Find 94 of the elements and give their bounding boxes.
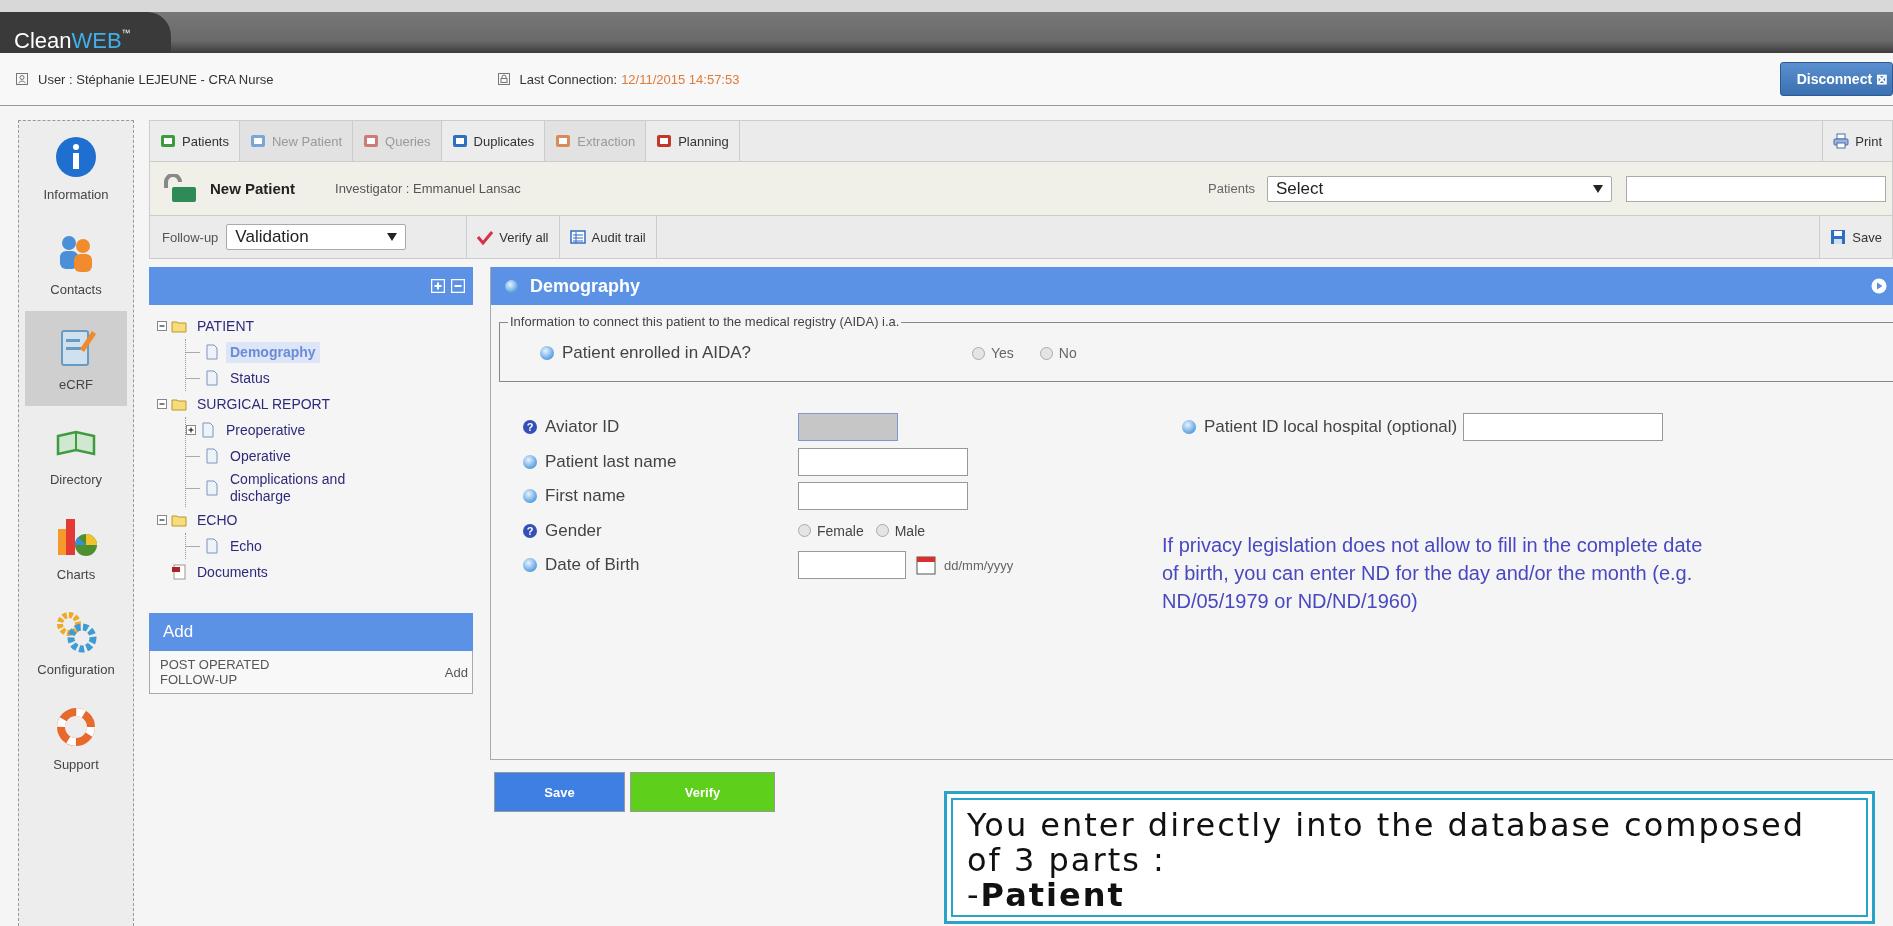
field-label: Gender [545,520,603,541]
checkmark-icon [477,229,494,245]
play-icon[interactable] [1871,278,1887,294]
radio-option[interactable]: No [1039,345,1077,361]
radio-option[interactable]: Female [798,522,864,539]
page-icon [204,344,220,360]
verify-all-button[interactable]: Verify all [466,216,560,258]
field-label: Aviator ID [545,417,621,438]
help-icon: ? [523,523,537,538]
info-icon [523,558,537,573]
sidebar-item[interactable]: Configuration [25,596,127,691]
date-field[interactable] [798,551,906,580]
folder-icon [171,396,187,412]
page-icon [204,448,220,464]
tree-item[interactable]: Documents [193,562,272,582]
patient-title: New Patient [210,180,296,197]
callout-text: You enter directly into the database composed of 3 parts : [967,808,1806,878]
investigator-text: Investigator : Emmanuel Lansac [335,181,521,196]
save-icon [1830,229,1847,245]
table-icon [569,229,586,245]
last-connection-time: 12/11/2015 14:57:53 [621,71,740,87]
text-field[interactable] [798,482,968,511]
calendar-icon[interactable] [916,555,936,576]
sidebar-item[interactable]: Contacts [25,216,127,311]
add-link[interactable]: Add [444,664,468,680]
app-logo: CleanWEB$^{™}$ [0,12,171,53]
sidebar-item[interactable]: Information [25,121,127,216]
add-item-label: POST OPERATED FOLLOW-UP [160,657,271,687]
radio-option[interactable]: Yes [972,345,1014,361]
tree-item[interactable]: PATIENT [193,316,259,336]
dropdown-arrow-icon [387,233,398,241]
help-note: If privacy legislation does not allow to fill in the complete date of birth, you can enter ND for the day and/or the month (e.g. ND/05/1979 or ND/ND/1960) [1162,532,1704,614]
patients-label: Patients [1208,181,1255,196]
page-icon [204,370,220,386]
fieldset-legend: Information to connect this patient to the medical registry (AIDA) i.a. [508,314,902,329]
page-icon [204,480,220,496]
info-icon [540,346,554,360]
tab-icon [555,133,572,149]
tree-item[interactable]: Echo [226,535,266,557]
user-icon [16,73,28,85]
date-format-hint: dd/mm/yyyy [944,557,1014,573]
page-icon [204,538,220,554]
tree-item[interactable]: Operative [226,445,295,467]
tree-item[interactable]: Complications and discharge [226,469,384,507]
dropdown-arrow-icon [1593,184,1603,193]
tree-item[interactable]: Preoperative [222,419,310,441]
field-label: First name [545,486,627,507]
tab-icon [160,133,176,149]
info-icon [523,454,537,469]
collapse-all-icon[interactable] [451,279,465,293]
tab-icon [656,133,673,149]
user-name: User : Stéphanie LEJEUNE - CRA Nurse [38,71,274,87]
add-panel-title: Add [149,613,473,651]
tab-icon [250,133,266,149]
tree-item[interactable]: Status [226,367,274,389]
page-icon [200,422,216,438]
last-connection-label: Last Connection: [519,71,618,87]
save-button[interactable]: Save [494,772,625,812]
callout-text: -Patient [967,878,1125,913]
help-icon: ? [523,420,537,435]
text-field[interactable] [1463,413,1664,442]
sidebar-item[interactable]: Charts [25,501,127,596]
tree-toggle-icon[interactable] [157,515,167,525]
tree-toggle-icon[interactable] [157,321,167,331]
tab-icon [451,133,468,149]
info-icon [523,489,537,504]
tab-icon [363,133,380,149]
disconnect-button[interactable]: Disconnect ⊠ [1779,62,1893,96]
expand-all-icon[interactable] [431,279,445,293]
info-icon [1182,420,1196,435]
tree-toggle-icon[interactable] [157,399,167,409]
patients-dropdown[interactable]: Select [1267,175,1612,202]
follow-up-label: Follow-up [162,229,219,245]
text-field[interactable] [798,447,968,476]
sidebar-item[interactable]: Support [25,691,127,786]
print-icon [1833,133,1850,149]
tree-item[interactable]: SURGICAL REPORT [193,394,335,414]
patient-search-field[interactable] [1626,175,1886,202]
question-label: Patient enrolled in AIDA? [562,343,752,363]
lock-icon [497,73,510,85]
sidebar-item[interactable]: Directory [25,406,127,501]
pdf-document-icon [171,564,187,580]
field-label: Patient last name [545,451,678,472]
form-title: Demography [530,275,641,297]
field-label: Patient ID local hospital (optional) [1204,417,1458,438]
folder-icon [171,318,187,334]
folder-icon [171,512,187,528]
tree-item[interactable]: ECHO [193,510,242,530]
radio-option[interactable]: Male [875,522,926,539]
sidebar-item[interactable]: eCRF [25,311,127,406]
bullet-icon [505,279,518,293]
tree-toggle-icon[interactable] [186,425,196,435]
follow-up-dropdown[interactable]: Validation [226,224,407,250]
field-label: Date of Birth [545,555,641,576]
